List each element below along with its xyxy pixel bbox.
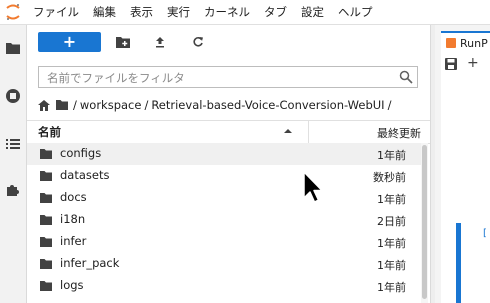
file-modified: 1年前 bbox=[377, 149, 406, 162]
notebook-icon bbox=[446, 38, 456, 48]
breadcrumb: / workspace / Retrieval-based-Voice-Conv… bbox=[38, 95, 428, 115]
add-cell-icon[interactable]: + bbox=[467, 55, 479, 71]
jupyter-logo-icon[interactable] bbox=[0, 0, 26, 24]
menu-items: ファイル 編集 表示 実行 カーネル タブ 設定 ヘルプ bbox=[26, 0, 380, 24]
search-icon bbox=[399, 70, 413, 84]
editor-area: RunP + [ bbox=[435, 25, 490, 303]
menu-view[interactable]: 表示 bbox=[123, 0, 160, 24]
file-row-configs[interactable]: configs 1年前 bbox=[27, 143, 422, 165]
folder-icon bbox=[40, 193, 52, 203]
column-divider[interactable] bbox=[308, 121, 309, 143]
folder-icon bbox=[40, 215, 52, 225]
file-list-scrollbar[interactable] bbox=[421, 143, 428, 303]
file-row-datasets[interactable]: datasets 数秒前 bbox=[27, 165, 422, 187]
file-name: configs bbox=[60, 146, 102, 160]
running-kernels-icon[interactable] bbox=[0, 83, 26, 109]
file-list: configs 1年前 datasets 数秒前 docs 1年前 i18n 2… bbox=[27, 143, 422, 303]
file-modified: 1年前 bbox=[377, 281, 406, 294]
file-name: logs bbox=[60, 278, 84, 292]
table-of-contents-icon[interactable] bbox=[0, 131, 26, 157]
file-name: datasets bbox=[60, 168, 110, 182]
refresh-icon[interactable] bbox=[188, 33, 208, 51]
folder-icon bbox=[40, 237, 52, 247]
file-name: infer bbox=[60, 234, 87, 248]
menu-file[interactable]: ファイル bbox=[26, 0, 86, 24]
breadcrumb-separator: / bbox=[387, 98, 392, 112]
file-modified: 2日前 bbox=[377, 215, 406, 228]
file-filter-field[interactable] bbox=[38, 66, 418, 88]
file-row-i18n[interactable]: i18n 2日前 bbox=[27, 209, 422, 231]
new-launcher-button[interactable]: + bbox=[38, 32, 101, 52]
file-browser: + / workspace / Retrieval-based-Voice-Co… bbox=[27, 25, 430, 303]
menu-help[interactable]: ヘルプ bbox=[331, 0, 380, 24]
file-modified: 1年前 bbox=[377, 259, 406, 272]
file-name: docs bbox=[60, 190, 87, 204]
file-modified: 数秒前 bbox=[373, 171, 406, 184]
menu-tabs[interactable]: タブ bbox=[257, 0, 294, 24]
file-row-logs[interactable]: logs 1年前 bbox=[27, 275, 422, 297]
scrollbar-thumb[interactable] bbox=[422, 145, 427, 299]
notebook-panel: + [ bbox=[441, 53, 490, 303]
folder-icon bbox=[40, 171, 52, 181]
modified-column-header[interactable]: 最終更新 bbox=[377, 125, 421, 141]
menu-bar: ファイル 編集 表示 実行 カーネル タブ 設定 ヘルプ bbox=[0, 0, 490, 25]
cell-prompt-bracket: [ bbox=[483, 228, 487, 239]
breadcrumb-current-folder[interactable]: Retrieval-based-Voice-Conversion-WebUI bbox=[151, 98, 384, 112]
file-browser-toolbar: + bbox=[27, 25, 430, 61]
menu-settings[interactable]: 設定 bbox=[294, 0, 331, 24]
file-row-infer-pack[interactable]: infer_pack 1年前 bbox=[27, 253, 422, 275]
file-filter-input[interactable] bbox=[45, 69, 389, 87]
breadcrumb-workspace[interactable]: workspace bbox=[80, 98, 142, 112]
file-name: i18n bbox=[60, 212, 86, 226]
breadcrumb-separator: / bbox=[144, 98, 149, 112]
breadcrumb-root-folder-icon[interactable] bbox=[56, 100, 68, 110]
activity-bar bbox=[0, 25, 27, 303]
folder-icon bbox=[40, 259, 52, 269]
sort-ascending-icon[interactable] bbox=[283, 126, 293, 136]
menu-edit[interactable]: 編集 bbox=[86, 0, 123, 24]
mouse-pointer-icon bbox=[303, 171, 323, 203]
home-icon[interactable] bbox=[38, 99, 50, 111]
file-modified: 1年前 bbox=[377, 237, 406, 250]
extensions-icon[interactable] bbox=[0, 177, 26, 203]
upload-icon[interactable] bbox=[150, 33, 170, 51]
file-row-docs[interactable]: docs 1年前 bbox=[27, 187, 422, 209]
name-column-header[interactable]: 名前 bbox=[38, 124, 61, 140]
folder-icon bbox=[40, 149, 52, 159]
breadcrumb-separator: / bbox=[73, 98, 77, 112]
active-cell-indicator bbox=[456, 223, 461, 303]
menu-kernel[interactable]: カーネル bbox=[197, 0, 257, 24]
file-list-header: 名前 最終更新 bbox=[27, 120, 430, 144]
folder-icon[interactable] bbox=[0, 35, 26, 61]
save-icon[interactable] bbox=[445, 58, 457, 70]
new-folder-icon[interactable] bbox=[113, 33, 133, 51]
folder-icon bbox=[40, 281, 52, 291]
file-modified: 1年前 bbox=[377, 193, 406, 206]
file-name: infer_pack bbox=[60, 256, 120, 270]
menu-run[interactable]: 実行 bbox=[160, 0, 197, 24]
file-row-infer[interactable]: infer 1年前 bbox=[27, 231, 422, 253]
editor-tab-label: RunP bbox=[460, 36, 488, 50]
editor-tab[interactable]: RunP bbox=[441, 31, 490, 53]
